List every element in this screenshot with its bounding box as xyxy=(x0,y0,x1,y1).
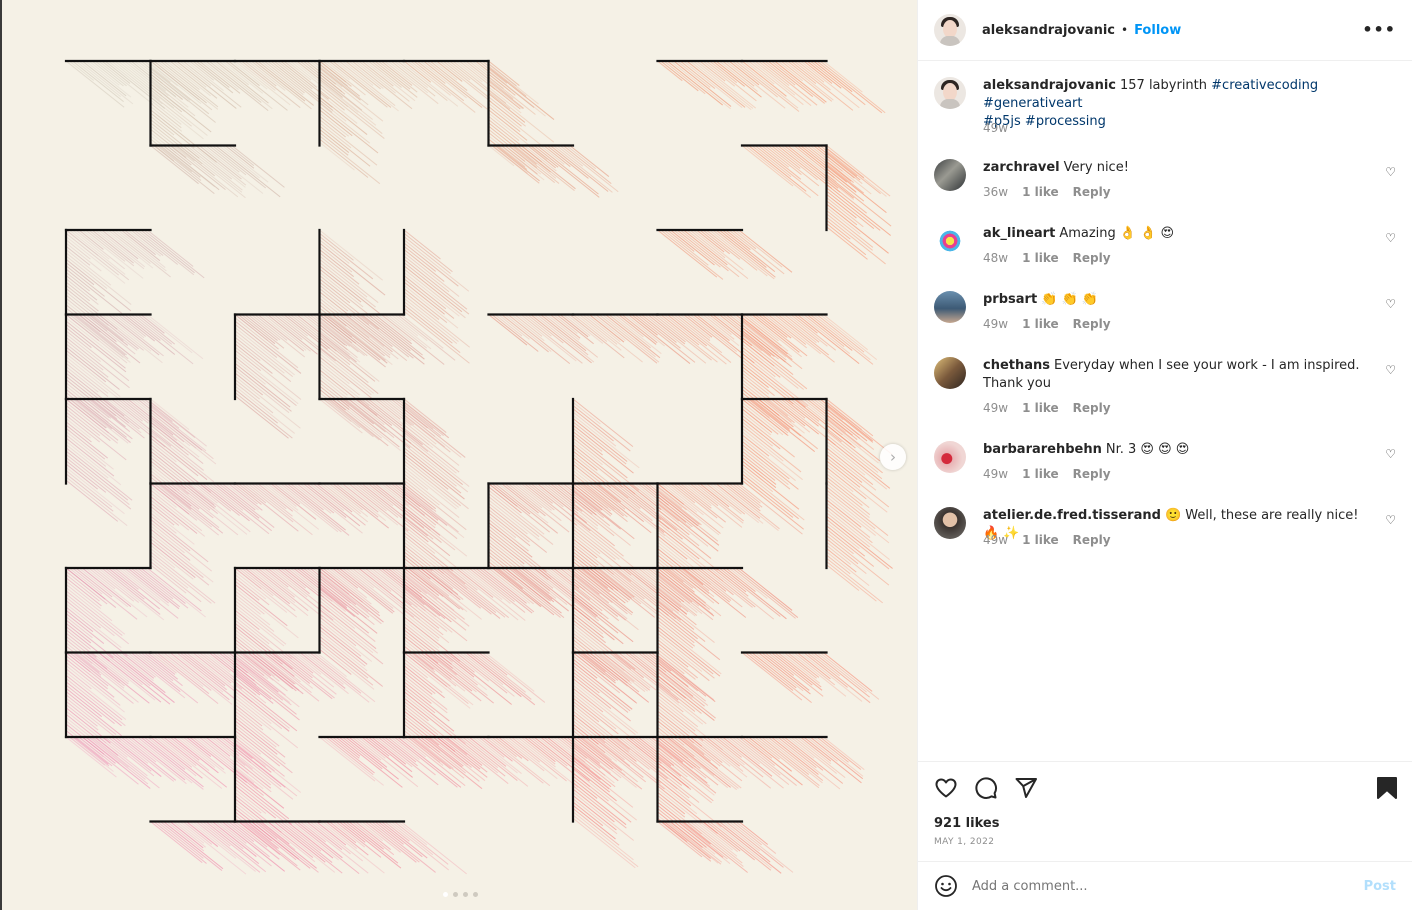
post-sidebar: aleksandrajovanic • Follow ••• aleksandr… xyxy=(917,0,1412,910)
bookmark-icon[interactable] xyxy=(1376,776,1398,800)
heart-icon[interactable]: ♡ xyxy=(1385,165,1396,179)
share-icon[interactable] xyxy=(1014,776,1038,800)
chevron-right-icon[interactable]: › xyxy=(880,444,906,470)
caption-text: 157 labyrinth xyxy=(1120,78,1208,93)
instagram-post-view: › aleksandrajovanic • Follow ••• aleksan… xyxy=(0,0,1412,910)
list-item: barbararehbehn Nr. 3 😍 😍 😍 49w 1 like Reply… xyxy=(934,441,1396,491)
carousel-dot xyxy=(453,892,458,897)
heart-icon[interactable] xyxy=(934,776,958,800)
avatar[interactable] xyxy=(934,507,966,539)
comment-username[interactable]: chethans xyxy=(983,358,1050,373)
list-item: chethans Everyday when I see your work - … xyxy=(934,357,1396,423)
list-item: atelier.de.fred.tisserand 🙂 Well, these a… xyxy=(934,507,1396,557)
comment-likes[interactable]: 1 like xyxy=(1022,533,1059,547)
reply-button[interactable]: Reply xyxy=(1073,533,1111,547)
comment-composer: Post xyxy=(918,861,1412,910)
emoji-icon[interactable] xyxy=(934,874,958,898)
avatar[interactable] xyxy=(934,441,966,473)
list-item: zarchravel Very nice! 36w 1 like Reply ♡ xyxy=(934,159,1396,209)
comment-username[interactable]: zarchravel xyxy=(983,160,1060,175)
more-icon[interactable]: ••• xyxy=(1362,20,1396,39)
post-image[interactable]: › xyxy=(0,0,917,910)
comment-username[interactable]: ak_lineart xyxy=(983,226,1055,241)
reply-button[interactable]: Reply xyxy=(1073,185,1111,199)
carousel-dot xyxy=(443,892,448,897)
hatch-shading xyxy=(65,60,893,875)
like-count[interactable]: 921 likes xyxy=(934,816,999,831)
post-header: aleksandrajovanic • Follow ••• xyxy=(918,0,1412,61)
comment-likes[interactable]: 1 like xyxy=(1022,317,1059,331)
maze-walls xyxy=(64,59,828,823)
comment-time: 48w xyxy=(983,251,1009,265)
carousel-indicators xyxy=(443,892,478,897)
heart-icon[interactable]: ♡ xyxy=(1385,297,1396,311)
comment-icon[interactable] xyxy=(974,776,998,800)
avatar[interactable] xyxy=(934,357,966,389)
avatar[interactable] xyxy=(934,77,966,109)
reply-button[interactable]: Reply xyxy=(1073,467,1111,481)
comment-likes[interactable]: 1 like xyxy=(1022,185,1059,199)
avatar[interactable] xyxy=(934,159,966,191)
comment-time: 49w xyxy=(983,401,1009,415)
comments-list[interactable]: aleksandrajovanic 157 labyrinth #creative… xyxy=(918,61,1412,761)
list-item: prbsart 👏 👏 👏 49w 1 like Reply ♡ xyxy=(934,291,1396,341)
comment-time: 49w xyxy=(983,467,1009,481)
comment-username[interactable]: barbararehbehn xyxy=(983,442,1102,457)
comment-likes[interactable]: 1 like xyxy=(1022,401,1059,415)
comment-likes[interactable]: 1 like xyxy=(1022,467,1059,481)
comment-text: Very nice! xyxy=(1063,160,1129,175)
post-actions: 921 likes MAY 1, 2022 xyxy=(918,761,1412,860)
caption-username[interactable]: aleksandrajovanic xyxy=(983,78,1116,93)
caption-time: 49w xyxy=(983,121,1009,135)
comment-likes[interactable]: 1 like xyxy=(1022,251,1059,265)
comment-time: 49w xyxy=(983,317,1009,331)
heart-icon[interactable]: ♡ xyxy=(1385,513,1396,527)
carousel-dot xyxy=(463,892,468,897)
comment-text: Nr. 3 😍 😍 😍 xyxy=(1105,442,1190,457)
avatar[interactable] xyxy=(934,291,966,323)
avatar[interactable] xyxy=(934,14,966,46)
comment-text: 👏 👏 👏 xyxy=(1041,292,1098,307)
carousel-dot xyxy=(473,892,478,897)
comment-username[interactable]: prbsart xyxy=(983,292,1037,307)
post-date: MAY 1, 2022 xyxy=(934,837,995,847)
list-item: ak_lineart Amazing 👌 👌 😍 48w 1 like Reply ♡ xyxy=(934,225,1396,275)
heart-icon[interactable]: ♡ xyxy=(1385,363,1396,377)
post-button[interactable]: Post xyxy=(1364,879,1396,894)
heart-icon[interactable]: ♡ xyxy=(1385,447,1396,461)
avatar[interactable] xyxy=(934,225,966,257)
follow-button[interactable]: Follow xyxy=(1134,23,1181,38)
comment-time: 49w xyxy=(983,533,1009,547)
labyrinth-artwork xyxy=(64,59,893,875)
heart-icon[interactable]: ♡ xyxy=(1385,231,1396,245)
caption: aleksandrajovanic 157 labyrinth #creative… xyxy=(934,77,1396,137)
reply-button[interactable]: Reply xyxy=(1073,401,1111,415)
separator: • xyxy=(1121,23,1129,37)
reply-button[interactable]: Reply xyxy=(1073,317,1111,331)
comment-time: 36w xyxy=(983,185,1009,199)
comment-text: Amazing 👌 👌 😍 xyxy=(1059,226,1175,241)
comment-username[interactable]: atelier.de.fred.tisserand xyxy=(983,508,1161,523)
reply-button[interactable]: Reply xyxy=(1073,251,1111,265)
comment-input[interactable] xyxy=(972,878,1364,894)
username-link[interactable]: aleksandrajovanic xyxy=(982,23,1115,38)
